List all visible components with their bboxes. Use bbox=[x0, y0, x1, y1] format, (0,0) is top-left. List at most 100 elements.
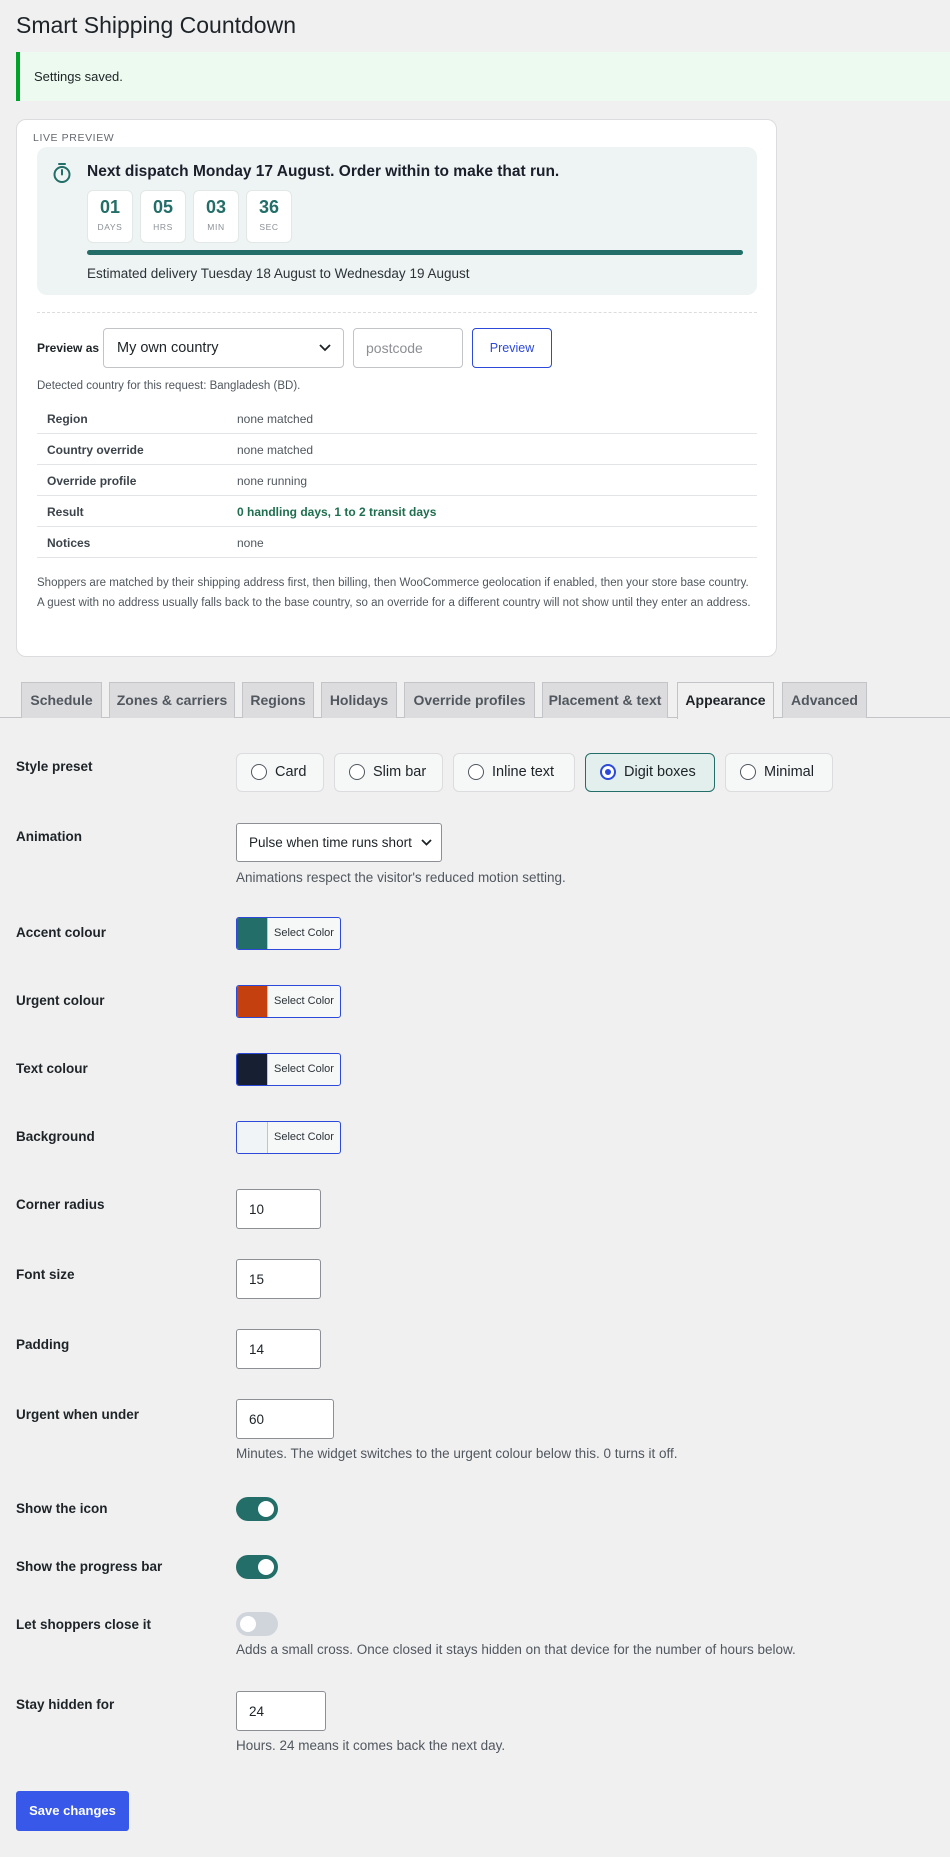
show-progress-toggle[interactable] bbox=[236, 1555, 278, 1579]
preview-button[interactable]: Preview bbox=[472, 328, 552, 368]
urgent-when-under-help: Minutes. The widget switches to the urge… bbox=[236, 1446, 678, 1461]
country-select[interactable]: My own country bbox=[103, 328, 344, 368]
digit-box-minutes: 03 MIN bbox=[193, 190, 239, 243]
show-icon-label: Show the icon bbox=[16, 1501, 108, 1516]
toggle-knob bbox=[258, 1559, 274, 1575]
urgent-colour-picker[interactable]: Select Color bbox=[236, 985, 341, 1018]
corner-radius-label: Corner radius bbox=[16, 1197, 105, 1212]
urgent-when-under-input[interactable]: 60 bbox=[236, 1399, 334, 1439]
tab-override-profiles[interactable]: Override profiles bbox=[404, 682, 535, 718]
accent-colour-picker[interactable]: Select Color bbox=[236, 917, 341, 950]
colour-swatch bbox=[237, 918, 268, 949]
padding-input[interactable]: 14 bbox=[236, 1329, 321, 1369]
animation-select[interactable]: Pulse when time runs short bbox=[236, 823, 442, 862]
notice-text: Settings saved. bbox=[34, 69, 123, 84]
stay-hidden-help: Hours. 24 means it comes back the next d… bbox=[236, 1738, 506, 1753]
row-key: Result bbox=[47, 505, 84, 519]
divider bbox=[37, 312, 757, 313]
colour-swatch bbox=[237, 1054, 268, 1085]
let-close-toggle[interactable] bbox=[236, 1612, 278, 1636]
preset-digit-boxes[interactable]: Digit boxes bbox=[585, 753, 715, 792]
padding-label: Padding bbox=[16, 1337, 70, 1352]
text-colour-picker[interactable]: Select Color bbox=[236, 1053, 341, 1086]
delivery-estimate: Estimated delivery Tuesday 18 August to … bbox=[87, 266, 470, 281]
font-size-label: Font size bbox=[16, 1267, 75, 1282]
preset-card[interactable]: Card bbox=[236, 753, 324, 792]
row-key: Notices bbox=[47, 536, 91, 550]
row-key: Country override bbox=[47, 443, 144, 457]
digit-value: 05 bbox=[152, 197, 174, 217]
radio-icon bbox=[740, 764, 756, 780]
page-title: Smart Shipping Countdown bbox=[16, 12, 296, 38]
preset-minimal[interactable]: Minimal bbox=[725, 753, 833, 792]
live-preview-card: LIVE PREVIEW Next dispatch Monday 17 Aug… bbox=[16, 119, 777, 657]
digit-box-days: 01 DAYS bbox=[87, 190, 133, 243]
table-row: Result 0 handling days, 1 to 2 transit d… bbox=[37, 496, 757, 527]
dispatch-headline: Next dispatch Monday 17 August. Order wi… bbox=[87, 163, 560, 180]
tab-regions[interactable]: Regions bbox=[242, 682, 314, 718]
row-key: Override profile bbox=[47, 474, 137, 488]
save-changes-button[interactable]: Save changes bbox=[16, 1791, 129, 1831]
stay-hidden-label: Stay hidden for bbox=[16, 1697, 115, 1712]
country-select-value: My own country bbox=[117, 340, 219, 356]
match-info-table: Region none matched Country override non… bbox=[37, 403, 757, 558]
select-color-label: Select Color bbox=[274, 927, 334, 939]
progress-bar bbox=[87, 250, 743, 255]
let-close-help: Adds a small cross. Once closed it stays… bbox=[236, 1642, 796, 1657]
preset-label: Digit boxes bbox=[624, 764, 696, 780]
animation-label: Animation bbox=[16, 829, 82, 844]
show-progress-label: Show the progress bar bbox=[16, 1559, 163, 1574]
matching-footnote: Shoppers are matched by their shipping a… bbox=[37, 577, 751, 609]
tab-schedule[interactable]: Schedule bbox=[21, 682, 102, 718]
corner-radius-input[interactable]: 10 bbox=[236, 1189, 321, 1229]
countdown-widget: Next dispatch Monday 17 August. Order wi… bbox=[37, 147, 757, 295]
preset-slim-bar[interactable]: Slim bar bbox=[334, 753, 443, 792]
tab-placement-text[interactable]: Placement & text bbox=[542, 682, 668, 718]
row-value: none bbox=[237, 536, 264, 550]
text-colour-label: Text colour bbox=[16, 1061, 88, 1076]
preset-label: Slim bar bbox=[373, 764, 427, 780]
digit-value: 36 bbox=[258, 197, 280, 217]
toggle-knob bbox=[240, 1616, 256, 1632]
colour-swatch bbox=[237, 986, 268, 1017]
animation-select-value: Pulse when time runs short bbox=[249, 835, 412, 850]
urgent-when-under-label: Urgent when under bbox=[16, 1407, 140, 1422]
preview-as-label: Preview as bbox=[37, 341, 100, 355]
tab-zones-carriers[interactable]: Zones & carriers bbox=[109, 682, 235, 718]
font-size-input[interactable]: 15 bbox=[236, 1259, 321, 1299]
chevron-down-icon bbox=[319, 344, 331, 352]
digit-unit: DAYS bbox=[97, 222, 123, 232]
chevron-down-icon bbox=[421, 839, 432, 846]
table-row: Notices none bbox=[37, 527, 757, 558]
stopwatch-icon bbox=[53, 163, 71, 183]
row-value: 0 handling days, 1 to 2 transit days bbox=[237, 505, 437, 519]
table-row: Country override none matched bbox=[37, 434, 757, 465]
postcode-input[interactable]: postcode bbox=[353, 328, 463, 368]
let-close-label: Let shoppers close it bbox=[16, 1617, 152, 1632]
digit-value: 01 bbox=[99, 197, 121, 217]
preset-inline-text[interactable]: Inline text bbox=[453, 753, 575, 792]
stay-hidden-input[interactable]: 24 bbox=[236, 1691, 326, 1731]
row-key: Region bbox=[47, 412, 88, 426]
accent-colour-label: Accent colour bbox=[16, 925, 107, 940]
preset-label: Inline text bbox=[492, 764, 555, 780]
digit-box-seconds: 36 SEC bbox=[246, 190, 292, 243]
background-label: Background bbox=[16, 1129, 95, 1144]
tab-appearance[interactable]: Appearance bbox=[677, 682, 774, 719]
show-icon-toggle[interactable] bbox=[236, 1497, 278, 1521]
detected-country: Detected country for this request: Bangl… bbox=[37, 380, 301, 392]
animation-help: Animations respect the visitor's reduced… bbox=[236, 870, 566, 885]
digit-unit: MIN bbox=[207, 222, 225, 232]
row-value: none matched bbox=[237, 412, 314, 426]
digit-value: 03 bbox=[205, 197, 227, 217]
select-color-label: Select Color bbox=[274, 995, 334, 1007]
radio-selected-icon bbox=[600, 764, 616, 780]
preset-label: Card bbox=[275, 764, 307, 780]
row-value: none matched bbox=[237, 443, 314, 457]
tab-holidays[interactable]: Holidays bbox=[321, 682, 397, 718]
tab-advanced[interactable]: Advanced bbox=[782, 682, 867, 718]
background-colour-picker[interactable]: Select Color bbox=[236, 1121, 341, 1154]
select-color-label: Select Color bbox=[274, 1131, 334, 1143]
colour-swatch bbox=[237, 1122, 268, 1153]
digit-unit: HRS bbox=[153, 222, 173, 232]
